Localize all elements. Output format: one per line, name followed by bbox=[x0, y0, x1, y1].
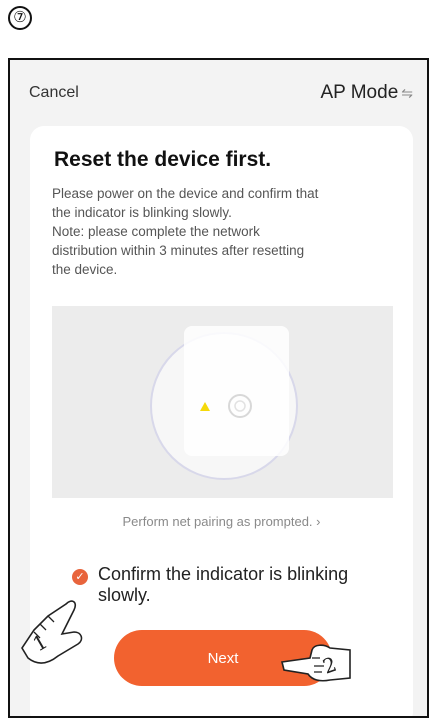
instruction-text: Please power on the device and confirm t… bbox=[52, 186, 319, 277]
ap-mode-label: AP Mode bbox=[320, 82, 399, 103]
page-title: Reset the device first. bbox=[54, 148, 272, 171]
device-illustration bbox=[52, 306, 393, 498]
confirm-checkbox-row[interactable]: ✓ Confirm the indicator is blinking slow… bbox=[72, 564, 398, 606]
confirm-label: Confirm the indicator is blinking slowly… bbox=[98, 564, 349, 605]
check-icon[interactable]: ✓ bbox=[72, 569, 88, 585]
ap-mode-switch[interactable]: AP Mode ⇋ bbox=[320, 82, 413, 104]
swap-arrows-icon: ⇋ bbox=[401, 84, 413, 101]
device-plate bbox=[184, 326, 289, 456]
pointing-hand-1-icon: 1 bbox=[21, 600, 83, 664]
top-bar: Cancel AP Mode ⇋ bbox=[10, 60, 427, 122]
cancel-button[interactable]: Cancel bbox=[29, 84, 79, 102]
pairing-prompt-link[interactable]: Perform net pairing as prompted. › bbox=[30, 514, 413, 529]
pointing-hand-2-icon: 2 bbox=[281, 644, 351, 682]
step-number: ⑦ bbox=[8, 6, 32, 30]
